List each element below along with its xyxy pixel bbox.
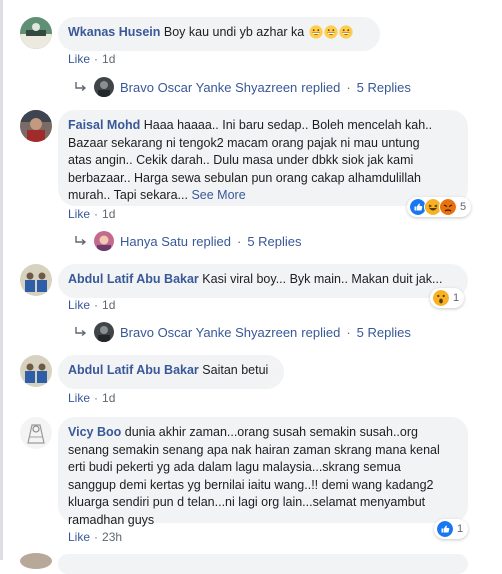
comment-bubble: Abdul Latif Abu Bakar Saitan betui xyxy=(58,355,284,389)
reply-author-avatar xyxy=(94,231,114,251)
comment-meta: Like · 23h xyxy=(68,530,122,544)
commenter-name[interactable]: Abdul Latif Abu Bakar xyxy=(68,363,199,377)
reply-author-name: Hanya Satu xyxy=(120,233,188,249)
comment-text-line: atas angin.. Cekik darah.. Dulu masa und… xyxy=(68,153,414,167)
replied-label: replied xyxy=(191,233,231,249)
commenter-name[interactable]: Vicy Boo xyxy=(68,425,121,439)
comment-meta: Like · 1d xyxy=(68,207,115,221)
avatar[interactable] xyxy=(20,553,52,569)
like-button[interactable]: Like xyxy=(68,530,90,544)
like-button[interactable]: Like xyxy=(68,298,90,312)
replies-count[interactable]: 5 Replies xyxy=(357,325,411,340)
replies-count[interactable]: 5 Replies xyxy=(357,80,411,95)
angry-reaction-icon xyxy=(439,198,457,216)
comment-text: Kasi viral boy... Byk main.. Makan duit … xyxy=(202,272,443,286)
comment-text: Boy kau undi yb azhar ka xyxy=(163,25,305,39)
reply-author-name: Bravo Oscar Yanke Shyazreen xyxy=(120,324,298,340)
comment-meta: Like · 1d xyxy=(68,52,115,66)
reaction-count: 5 xyxy=(460,201,467,213)
comment-text-line: berbazaar.. Harga sewa sebulan pun orang… xyxy=(68,170,422,185)
like-button[interactable]: Like xyxy=(68,391,90,405)
reply-arrow-icon xyxy=(75,236,87,246)
meta-separator: · xyxy=(94,298,99,312)
see-more-link[interactable]: See More xyxy=(191,188,245,202)
comment-bubble: Abdul Latif Abu Bakar Kasi viral boy... … xyxy=(58,264,468,298)
reaction-count: 1 xyxy=(457,523,464,535)
like-button[interactable]: Like xyxy=(68,207,90,221)
reaction-badge[interactable]: 5 xyxy=(407,197,472,217)
meta-separator: · xyxy=(94,52,99,66)
commenter-name[interactable]: Abdul Latif Abu Bakar xyxy=(68,272,199,286)
emoji-group xyxy=(308,25,353,39)
commenter-name[interactable]: Faisal Mohd xyxy=(68,118,140,132)
like-button[interactable]: Like xyxy=(68,52,90,66)
reply-author-avatar xyxy=(94,77,114,97)
meta-separator: · xyxy=(346,324,351,340)
comment-text-line: Haaa haaaa.. Ini baru sedap.. Boleh menc… xyxy=(143,118,433,132)
view-replies-link[interactable]: Hanya Satu replied · 5 Replies xyxy=(74,230,302,252)
reply-author-name: Bravo Oscar Yanke Shyazreen xyxy=(120,79,298,95)
view-replies-link[interactable]: Bravo Oscar Yanke Shyazreen replied · 5 … xyxy=(74,76,411,98)
meta-separator: · xyxy=(346,79,351,95)
comment-bubble xyxy=(58,554,468,574)
comment-bubble: Vicy Boo dunia akhir zaman...orang susah… xyxy=(58,417,468,527)
timestamp[interactable]: 1d xyxy=(102,52,115,66)
timestamp[interactable]: 1d xyxy=(102,298,115,312)
avatar[interactable] xyxy=(20,417,52,449)
timestamp[interactable]: 1d xyxy=(102,391,115,405)
reply-arrow-icon xyxy=(75,327,87,337)
wow-reaction-icon xyxy=(432,289,450,307)
comment-meta: Like · 1d xyxy=(68,391,115,405)
reaction-badge[interactable]: 1 xyxy=(430,288,465,308)
replies-count[interactable]: 5 Replies xyxy=(247,234,301,249)
meta-separator: · xyxy=(94,530,99,544)
meta-separator: · xyxy=(94,391,99,405)
commenter-name[interactable]: Wkanas Husein xyxy=(68,25,160,39)
comment-text-line: erti budi pekerti yg ada dalam lagu mala… xyxy=(68,460,401,474)
reaction-count: 1 xyxy=(453,292,460,304)
reply-author-avatar xyxy=(94,322,114,342)
comment-text-line: senang semakin senang apa nak hairan zam… xyxy=(68,442,440,457)
grinning-face-emoji xyxy=(339,25,353,39)
meta-separator: · xyxy=(94,207,99,221)
avatar[interactable] xyxy=(20,264,52,296)
comment-text-line: murah.. Tapi sekara... xyxy=(68,188,188,202)
view-replies-link[interactable]: Bravo Oscar Yanke Shyazreen replied · 5 … xyxy=(74,321,411,343)
avatar[interactable] xyxy=(20,110,52,142)
comment-bubble: Wkanas Husein Boy kau undi yb azhar ka xyxy=(58,17,380,51)
reaction-badge[interactable]: 1 xyxy=(434,519,469,539)
avatar[interactable] xyxy=(20,17,52,49)
replied-label: replied xyxy=(301,324,341,340)
grinning-face-emoji xyxy=(309,25,323,39)
grinning-face-emoji xyxy=(324,25,338,39)
comment-meta: Like · 1d xyxy=(68,298,115,312)
replied-label: replied xyxy=(301,79,341,95)
like-reaction-icon xyxy=(436,520,454,538)
left-divider xyxy=(0,0,3,560)
comment-text-line: Bazaar sekarang ni tengok2 macam orang p… xyxy=(68,135,420,150)
comment-bubble: Faisal Mohd Haaa haaaa.. Ini baru sedap.… xyxy=(58,110,468,206)
comment-text: Saitan betui xyxy=(202,363,269,377)
meta-separator: · xyxy=(236,233,242,249)
comment-text-line: kluarga sendiri pun d telan...ni lagi or… xyxy=(68,495,426,509)
timestamp[interactable]: 23h xyxy=(102,530,122,544)
timestamp[interactable]: 1d xyxy=(102,207,115,221)
comment-text-line: dunia akhir zaman...orang susah semakin … xyxy=(124,425,418,439)
comment-text-line: sanggup demi kertas yg bernilai iaitu wa… xyxy=(68,477,434,492)
reply-arrow-icon xyxy=(75,82,87,92)
avatar[interactable] xyxy=(20,355,52,387)
comment-text-line: ramadhan guys xyxy=(68,512,155,527)
